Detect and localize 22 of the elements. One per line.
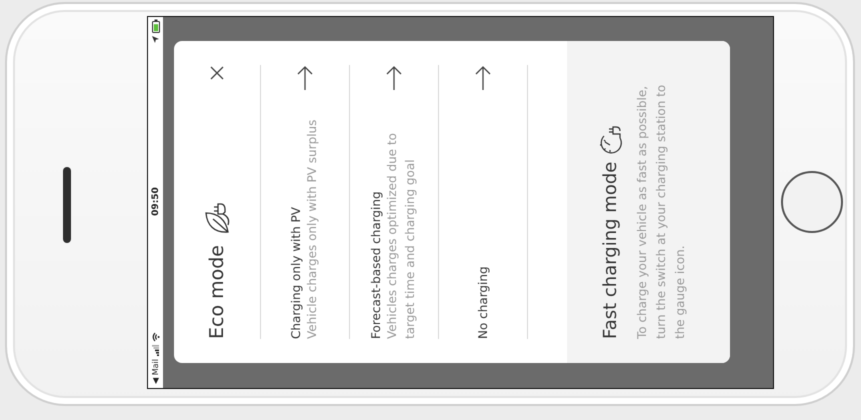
dialog-title: Eco mode — [206, 245, 228, 339]
mode-option[interactable]: Forecast-based charging Vehicles charges optimized due to target time and charging goal — [350, 65, 439, 339]
battery-icon — [152, 19, 160, 33]
option-title: No charging — [476, 265, 490, 339]
info-text: To charge your vehicle as fast as possible, turn the switch at your charging station to the gauge icon. — [634, 84, 688, 339]
arrow-icon — [297, 65, 313, 91]
option-title: Forecast-based charging — [369, 190, 383, 339]
arrow-icon — [475, 65, 491, 91]
info-title: Fast charging mode — [600, 162, 620, 339]
option-description: Vehicles charges optimized due to target time and charging goal — [384, 132, 418, 339]
location-icon — [152, 36, 159, 43]
signal-icon — [152, 345, 159, 356]
status-time: 09:50 — [150, 187, 160, 216]
back-link[interactable]: ◀ Mail — [151, 359, 160, 384]
wifi-icon — [152, 332, 160, 342]
option-title: Charging only with PV — [289, 206, 303, 339]
mode-option[interactable]: Charging only with PV Vehicle charges only with PV surplus — [261, 65, 350, 339]
close-button[interactable] — [209, 65, 225, 81]
option-description: Vehicle charges only with PV surplus — [304, 118, 320, 339]
mode-option[interactable]: No charging — [439, 65, 528, 339]
arrow-icon — [386, 65, 402, 91]
close-icon — [209, 65, 225, 81]
